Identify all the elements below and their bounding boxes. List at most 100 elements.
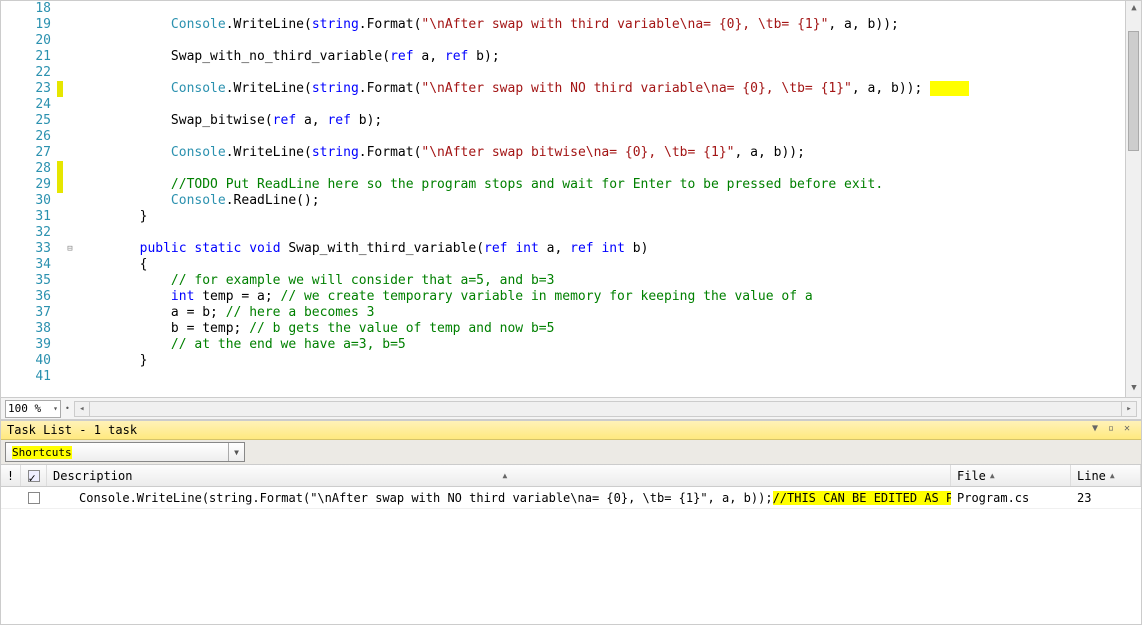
code-line[interactable]: 34 { [1, 257, 969, 273]
code-line[interactable]: 40 } [1, 353, 969, 369]
task-list-panel: Task List - 1 task ▼ ▫ ✕ Shortcuts ▼ ! ✓… [0, 420, 1142, 625]
file-column-header[interactable]: File ▲ [951, 465, 1071, 486]
code-content[interactable]: } [77, 353, 969, 369]
fold-toggle-icon [63, 33, 77, 49]
code-line[interactable]: 22 [1, 65, 969, 81]
code-line[interactable]: 39 // at the end we have a=3, b=5 [1, 337, 969, 353]
code-line[interactable]: 18 [1, 1, 969, 17]
code-content[interactable]: Swap_with_no_third_variable(ref a, ref b… [77, 49, 969, 65]
line-header-label: Line [1077, 469, 1106, 483]
code-content[interactable]: Console.WriteLine(string.Format("\nAfter… [77, 81, 969, 97]
code-content[interactable] [77, 369, 969, 385]
line-number: 24 [1, 97, 57, 113]
code-content[interactable]: //TODO Put ReadLine here so the program … [77, 177, 969, 193]
code-line[interactable]: 23 Console.WriteLine(string.Format("\nAf… [1, 81, 969, 97]
code-content[interactable]: // for example we will consider that a=5… [77, 273, 969, 289]
checkbox-icon[interactable] [28, 492, 40, 504]
code-content[interactable] [77, 1, 969, 17]
task-list-titlebar[interactable]: Task List - 1 task ▼ ▫ ✕ [1, 421, 1141, 440]
fold-toggle-icon [63, 129, 77, 145]
window-position-icon[interactable]: ▼ [1087, 423, 1103, 437]
task-check-cell[interactable] [21, 487, 47, 508]
code-line[interactable]: 38 b = temp; // b gets the value of temp… [1, 321, 969, 337]
scroll-left-button[interactable]: ◂ [74, 401, 90, 417]
code-line[interactable]: 25 Swap_bitwise(ref a, ref b); [1, 113, 969, 129]
task-list-toolbar: Shortcuts ▼ [1, 440, 1141, 465]
line-number: 32 [1, 225, 57, 241]
code-content[interactable]: b = temp; // b gets the value of temp an… [77, 321, 969, 337]
horizontal-scrollbar[interactable]: ◂ ▸ [74, 401, 1137, 417]
h-scroll-track[interactable] [90, 401, 1121, 417]
scroll-up-button[interactable]: ▲ [1126, 1, 1141, 17]
line-number: 41 [1, 369, 57, 385]
code-line[interactable]: 26 [1, 129, 969, 145]
code-line[interactable]: 28 [1, 161, 969, 177]
code-line[interactable]: 30 Console.ReadLine(); [1, 193, 969, 209]
code-line[interactable]: 29 //TODO Put ReadLine here so the progr… [1, 177, 969, 193]
code-editor-pane: ◣ 1819 Console.WriteLine(string.Format("… [0, 0, 1142, 420]
scroll-down-button[interactable]: ▼ [1126, 381, 1141, 397]
code-content[interactable]: Swap_bitwise(ref a, ref b); [77, 113, 969, 129]
zoom-dropdown-icon[interactable]: • [65, 404, 70, 413]
code-line[interactable]: 31 } [1, 209, 969, 225]
code-content[interactable]: Console.WriteLine(string.Format("\nAfter… [77, 145, 969, 161]
code-content[interactable]: public static void Swap_with_third_varia… [77, 241, 969, 257]
code-line[interactable]: 24 [1, 97, 969, 113]
code-content[interactable]: Console.ReadLine(); [77, 193, 969, 209]
line-number: 21 [1, 49, 57, 65]
task-row[interactable]: Console.WriteLine(string.Format("\nAfter… [1, 487, 1141, 509]
fold-toggle-icon [63, 209, 77, 225]
code-content[interactable]: // at the end we have a=3, b=5 [77, 337, 969, 353]
code-line[interactable]: 32 [1, 225, 969, 241]
fold-toggle-icon [63, 97, 77, 113]
code-content[interactable] [77, 97, 969, 113]
scroll-thumb[interactable] [1128, 31, 1139, 151]
pin-icon[interactable]: ▫ [1103, 423, 1119, 437]
fold-toggle-icon [63, 81, 77, 97]
chevron-down-icon[interactable]: ▼ [228, 443, 244, 461]
code-line[interactable]: 19 Console.WriteLine(string.Format("\nAf… [1, 17, 969, 33]
code-content[interactable]: } [77, 209, 969, 225]
fold-toggle-icon [63, 177, 77, 193]
code-line[interactable]: 20 [1, 33, 969, 49]
code-content[interactable] [77, 225, 969, 241]
fold-toggle-icon [63, 353, 77, 369]
task-filter-combo[interactable]: Shortcuts ▼ [5, 442, 245, 462]
code-content[interactable] [77, 33, 969, 49]
code-content[interactable] [77, 129, 969, 145]
task-filter-value: Shortcuts [12, 446, 72, 459]
code-content[interactable] [77, 161, 969, 177]
line-number: 29 [1, 177, 57, 193]
scroll-right-button[interactable]: ▸ [1121, 401, 1137, 417]
line-number: 18 [1, 1, 57, 17]
code-line[interactable]: 27 Console.WriteLine(string.Format("\nAf… [1, 145, 969, 161]
description-column-header[interactable]: Description ▲ [47, 465, 951, 486]
checked-column-header[interactable]: ✓ [21, 465, 47, 486]
code-line[interactable]: 41 [1, 369, 969, 385]
code-line[interactable]: 37 a = b; // here a becomes 3 [1, 305, 969, 321]
code-line[interactable]: 33⊟ public static void Swap_with_third_v… [1, 241, 969, 257]
line-column-header[interactable]: Line ▲ [1071, 465, 1141, 486]
code-line[interactable]: 21 Swap_with_no_third_variable(ref a, re… [1, 49, 969, 65]
priority-column-header[interactable]: ! [1, 465, 21, 486]
line-number: 38 [1, 321, 57, 337]
close-icon[interactable]: ✕ [1119, 423, 1135, 437]
code-line[interactable]: 35 // for example we will consider that … [1, 273, 969, 289]
fold-toggle-icon [63, 305, 77, 321]
line-number: 34 [1, 257, 57, 273]
sort-arrow-icon: ▲ [990, 471, 995, 480]
line-number: 30 [1, 193, 57, 209]
zoom-level-combo[interactable]: 100 % [5, 400, 61, 418]
code-content[interactable]: { [77, 257, 969, 273]
code-line[interactable]: 36 int temp = a; // we create temporary … [1, 289, 969, 305]
line-number: 26 [1, 129, 57, 145]
code-scroll-area[interactable]: 1819 Console.WriteLine(string.Format("\n… [1, 1, 1141, 397]
fold-toggle-icon[interactable]: ⊟ [63, 241, 77, 257]
code-content[interactable]: a = b; // here a becomes 3 [77, 305, 969, 321]
fold-toggle-icon [63, 1, 77, 17]
code-content[interactable] [77, 65, 969, 81]
code-content[interactable]: int temp = a; // we create temporary var… [77, 289, 969, 305]
fold-toggle-icon [63, 289, 77, 305]
code-content[interactable]: Console.WriteLine(string.Format("\nAfter… [77, 17, 969, 33]
vertical-scrollbar[interactable]: ▲ ▼ [1125, 1, 1141, 397]
